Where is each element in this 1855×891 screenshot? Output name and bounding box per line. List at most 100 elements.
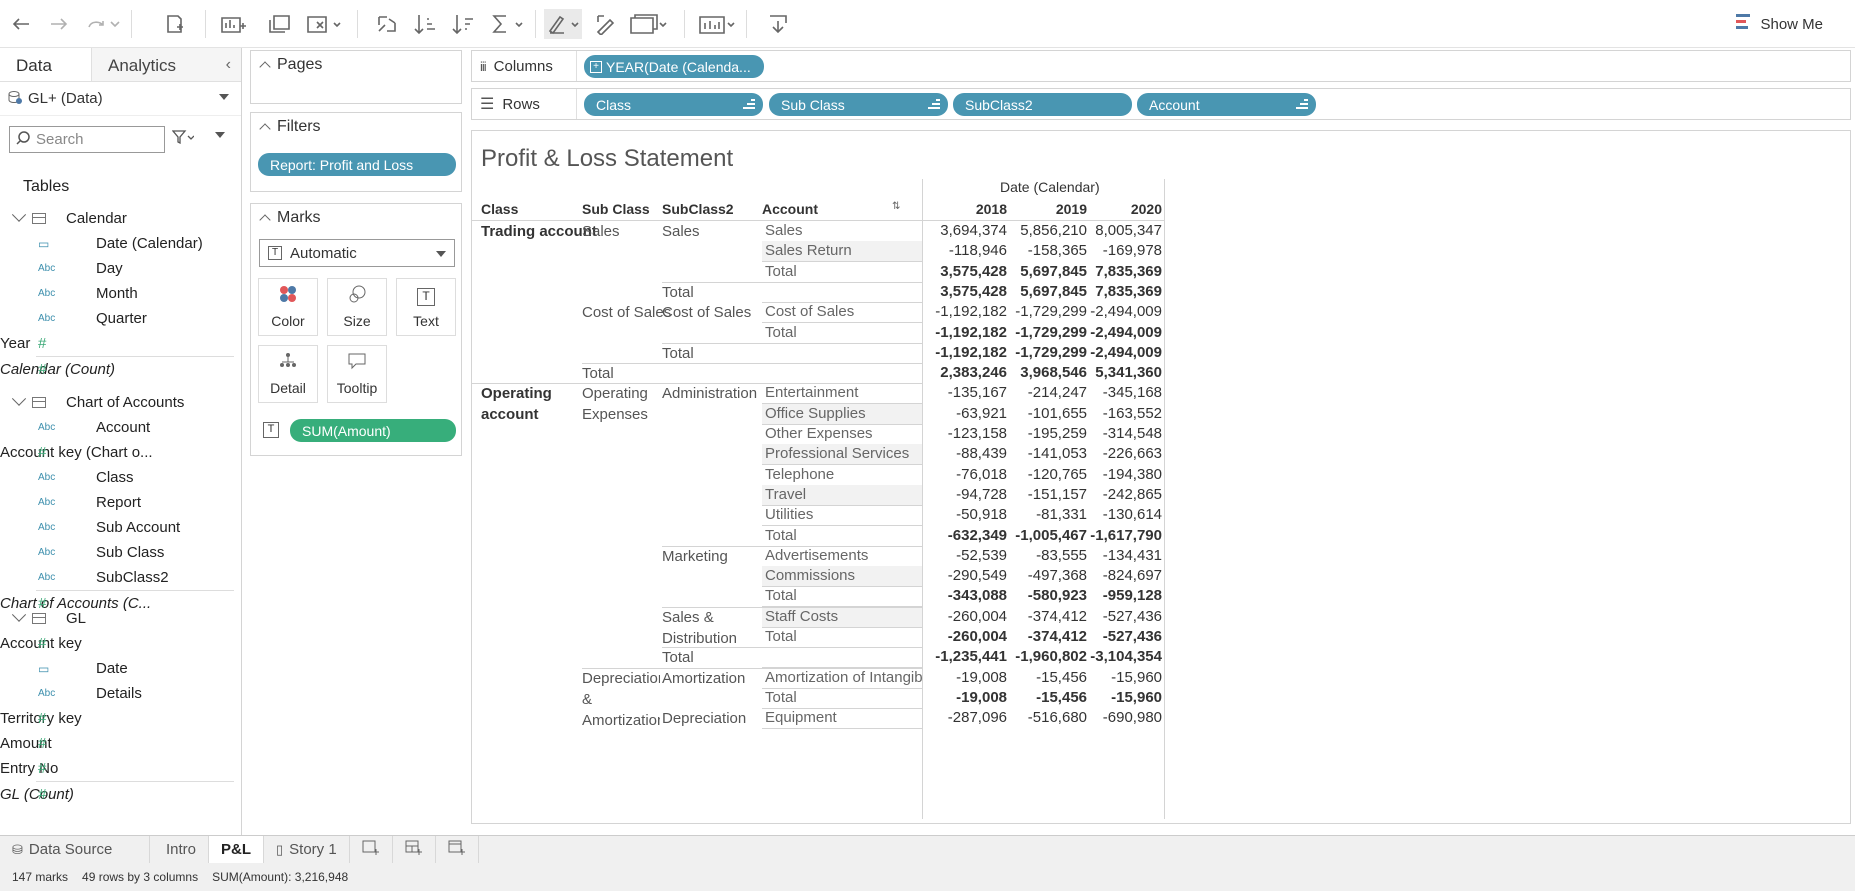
value-cell: -158,365 — [1027, 242, 1087, 260]
field-item[interactable]: # GL (Count) — [0, 782, 241, 807]
table-group-header[interactable]: GL — [0, 606, 241, 631]
view-options-dropdown-icon[interactable] — [215, 132, 225, 138]
labels-icon[interactable] — [628, 12, 668, 36]
field-name: Month — [96, 285, 138, 302]
field-item[interactable]: # Year — [0, 331, 241, 356]
field-item[interactable]: # Territory key — [0, 706, 241, 731]
string-type-icon: Abc — [38, 263, 56, 274]
collapse-pane-icon[interactable]: ‹ — [226, 56, 231, 74]
field-name: Sub Class — [96, 544, 165, 561]
rows-pill-class[interactable]: Class — [584, 93, 763, 116]
search-input[interactable]: Search — [9, 126, 165, 153]
text-button[interactable]: T Text — [396, 278, 456, 336]
totals-icon[interactable] — [490, 12, 526, 36]
account-cell: Total — [765, 628, 797, 645]
field-item[interactable]: Abc SubClass2 — [0, 565, 241, 590]
field-item[interactable]: Abc Class — [0, 465, 241, 490]
color-button[interactable]: Color — [258, 278, 318, 336]
field-item[interactable]: Abc Sub Class — [0, 540, 241, 565]
detail-button[interactable]: Detail — [258, 345, 318, 403]
value-cell: 8,005,347 — [1095, 222, 1162, 239]
datasource-icon — [8, 90, 22, 108]
filters-card[interactable]: Filters Report: Profit and Loss — [250, 112, 462, 192]
sort-icon: ⇅ — [892, 201, 901, 212]
table-group-header[interactable]: Calendar — [0, 206, 241, 231]
value-cell: -580,923 — [1027, 587, 1087, 605]
field-item[interactable]: Abc Quarter — [0, 306, 241, 331]
columns-pill[interactable]: + YEAR(Date (Calenda... — [584, 55, 764, 78]
group-members-icon[interactable] — [594, 12, 618, 36]
value-cell: 7,835,369 — [1095, 282, 1162, 300]
field-item[interactable]: # Calendar (Count) — [0, 357, 241, 382]
duplicate-sheet-icon[interactable] — [268, 12, 292, 36]
tab-label: Story 1 — [289, 841, 337, 858]
rows-shelf[interactable]: ☰ Rows Class Sub Class SubClass2 Account — [471, 88, 1851, 120]
chevron-down-icon[interactable] — [11, 391, 27, 406]
size-button[interactable]: Size — [327, 278, 387, 336]
rows-pill-account[interactable]: Account — [1137, 93, 1316, 116]
tab-analytics[interactable]: Analytics — [92, 48, 241, 81]
replay-icon[interactable] — [86, 12, 122, 36]
subclass2-cell: Total — [662, 649, 694, 667]
tab-pl[interactable]: P&L — [209, 835, 265, 864]
new-story-button[interactable] — [436, 835, 479, 864]
show-me-button[interactable]: Show Me — [1736, 13, 1823, 35]
field-item[interactable]: ▭ Date (Calendar) — [0, 231, 241, 256]
pages-card[interactable]: Pages — [250, 50, 462, 104]
field-item[interactable]: Abc Day — [0, 256, 241, 281]
sort-ascending-icon[interactable] — [412, 12, 438, 36]
account-cell: Total — [765, 526, 797, 544]
filter-pill[interactable]: Report: Profit and Loss — [258, 153, 456, 176]
value-cell: -50,918 — [956, 506, 1007, 524]
rows-pill-sub-class[interactable]: Sub Class — [769, 93, 948, 116]
field-item[interactable]: Abc Account — [0, 415, 241, 440]
field-item[interactable]: Abc Month — [0, 281, 241, 306]
datasource-dropdown-icon[interactable] — [219, 94, 229, 100]
search-placeholder: Search — [36, 131, 84, 148]
field-item[interactable]: Abc Sub Account — [0, 515, 241, 540]
tooltip-button[interactable]: Tooltip — [327, 345, 387, 403]
table-name: Calendar — [66, 210, 127, 227]
tab-intro[interactable]: Intro — [154, 835, 210, 864]
field-item[interactable]: # Account key (Chart o... — [0, 440, 241, 465]
collapse-chevron-icon[interactable] — [259, 214, 271, 226]
field-item[interactable]: # Amount — [0, 731, 241, 756]
collapse-chevron-icon[interactable] — [259, 61, 271, 73]
filter-icon[interactable] — [171, 130, 195, 148]
rows-pill-subclass2[interactable]: SubClass2 — [953, 93, 1132, 116]
columns-shelf[interactable]: iii Columns + YEAR(Date (Calenda... — [471, 50, 1851, 82]
chevron-down-icon[interactable] — [11, 207, 27, 222]
field-item[interactable]: Abc Report — [0, 490, 241, 515]
tab-data[interactable]: Data — [0, 48, 92, 81]
redo-icon[interactable] — [48, 12, 70, 36]
measure-pill[interactable]: SUM(Amount) — [290, 419, 456, 442]
undo-icon[interactable] — [10, 12, 32, 36]
table-name: GL — [66, 610, 87, 627]
table-group-header[interactable]: Chart of Accounts — [0, 390, 241, 415]
field-item[interactable]: # Account key — [0, 631, 241, 656]
tab-story-1[interactable]: ▯ Story 1 — [264, 835, 350, 864]
value-cell: -63,921 — [956, 404, 1007, 422]
presentation-mode-icon[interactable] — [698, 12, 736, 36]
new-worksheet-button[interactable] — [350, 835, 393, 864]
divider — [1164, 179, 1165, 819]
datasource-selector[interactable]: GL+ (Data) — [0, 82, 241, 116]
collapse-chevron-icon[interactable] — [259, 123, 271, 135]
sort-icon — [743, 99, 755, 110]
field-item[interactable]: # Entry No — [0, 756, 241, 781]
sort-descending-icon[interactable] — [450, 12, 476, 36]
swap-rows-columns-icon[interactable] — [374, 12, 400, 36]
new-worksheet-icon[interactable] — [220, 12, 250, 36]
tab-data-source[interactable]: ⛁ Data Source — [0, 835, 150, 864]
mark-type-dropdown[interactable]: T Automatic — [259, 239, 455, 267]
new-datasource-icon[interactable] — [164, 12, 186, 36]
value-cell: -141,053 — [1027, 445, 1087, 463]
clear-sheet-icon[interactable] — [306, 12, 342, 36]
highlight-icon[interactable] — [544, 9, 582, 39]
download-icon[interactable] — [766, 12, 790, 36]
field-item[interactable]: ▭ Date — [0, 656, 241, 681]
chevron-down-icon[interactable] — [11, 607, 27, 622]
new-dashboard-button[interactable] — [393, 835, 436, 864]
value-cell: -94,728 — [956, 485, 1007, 503]
field-item[interactable]: Abc Details — [0, 681, 241, 706]
